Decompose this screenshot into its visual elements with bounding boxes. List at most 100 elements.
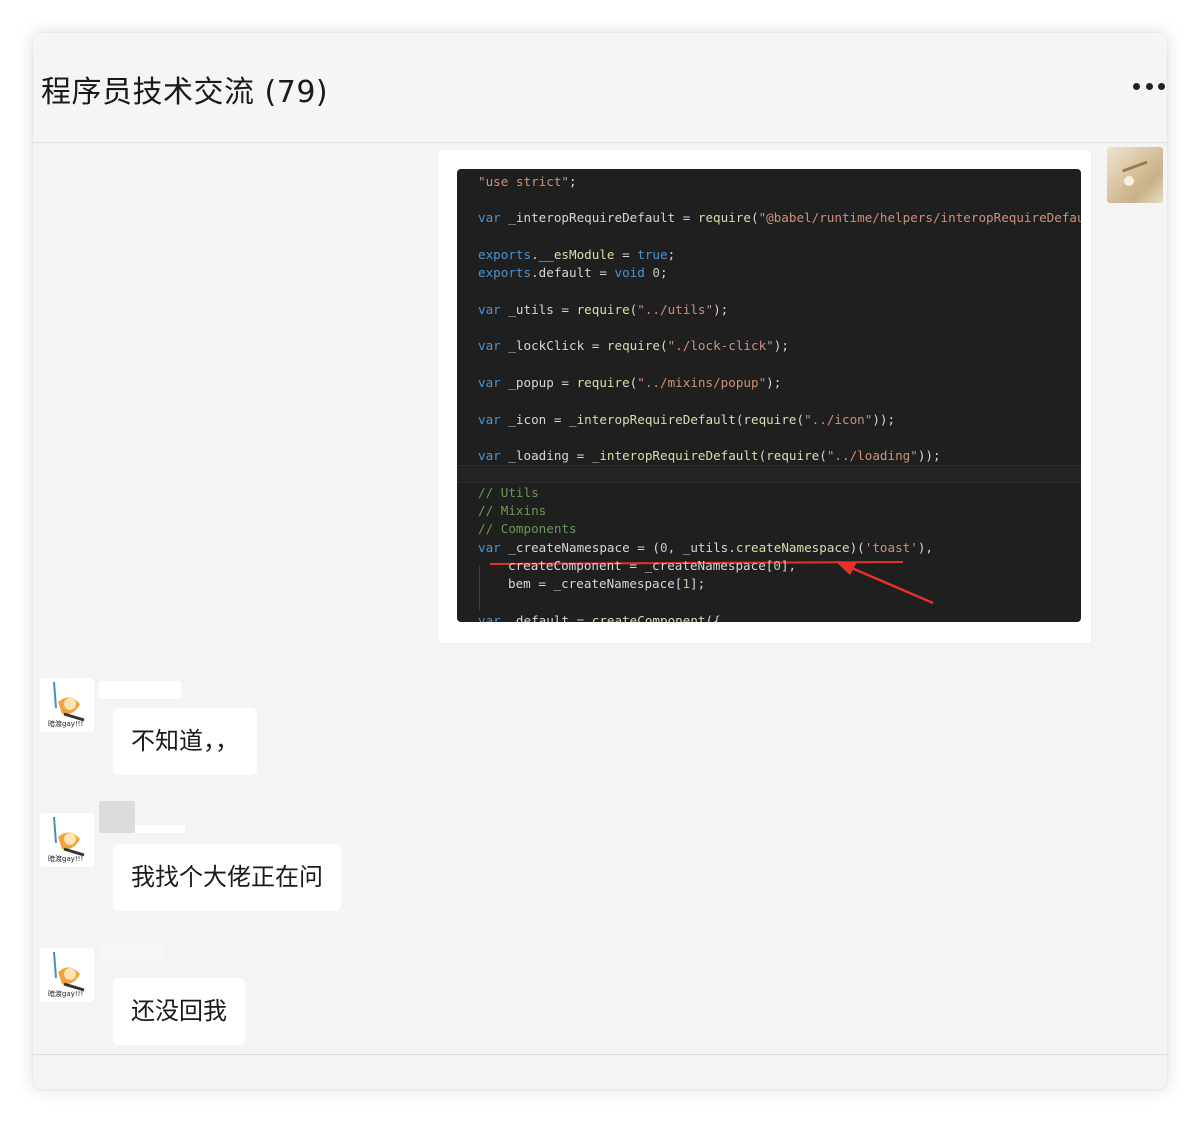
code-token: ));: [917, 448, 941, 463]
code-token: _interopRequireDefault =: [500, 210, 698, 225]
code-line: // Mixins: [478, 502, 546, 520]
code-line: var _icon = _interopRequireDefault (requi…: [478, 411, 895, 429]
code-token: createNamespace: [735, 540, 850, 555]
code-token: "../icon": [804, 412, 873, 427]
code-token: ;: [660, 265, 668, 280]
sender-avatar[interactable]: 暗渡gay!!!: [40, 813, 94, 867]
code-token: (: [750, 210, 759, 225]
code-token: createComponent: [591, 613, 706, 622]
code-token: , _utils.: [667, 540, 736, 555]
code-token: _createNamespace = (: [500, 540, 660, 555]
avatar-caption: 暗渡gay!!!: [48, 720, 84, 728]
code-line: exports.default = void 0;: [478, 264, 668, 282]
code-token: (: [819, 448, 827, 463]
code-token: var: [478, 540, 501, 555]
code-token: "@babel/runtime/helpers/interopRequireDe…: [758, 210, 1081, 225]
chat-title: 程序员技术交流 (79): [41, 75, 329, 110]
code-token: "../utils": [637, 302, 714, 317]
code-token: 'toast': [864, 540, 918, 555]
code-token: var: [478, 302, 501, 317]
code-token: "./lock-click": [667, 338, 774, 353]
sender-avatar[interactable]: 暗渡gay!!!: [40, 678, 94, 732]
code-token: // Mixins: [478, 503, 547, 518]
code-token: _interopRequireDefault: [569, 412, 736, 427]
code-token: "use strict": [478, 174, 569, 189]
code-token: var: [478, 338, 501, 353]
code-token: (: [796, 412, 805, 427]
code-line: var _interopRequireDefault = require("@b…: [478, 209, 1081, 227]
code-token: _loading =: [500, 448, 592, 463]
avatar-caption: 暗渡gay!!!: [48, 990, 84, 998]
message-bubble[interactable]: 还没回我: [113, 978, 245, 1045]
code-token: _popup =: [500, 375, 577, 390]
code-token: ),: [917, 540, 933, 555]
code-line: var _default = createComponent({: [478, 612, 721, 622]
code-token: 0: [659, 540, 668, 555]
sender-name-tail: [135, 825, 185, 833]
code-token: 1: [682, 576, 690, 591]
code-line: "use strict";: [478, 173, 577, 191]
code-token: true: [637, 247, 668, 262]
code-line: createComponent = _createNamespace[0],: [508, 557, 796, 575]
code-token: var: [478, 210, 501, 225]
code-line: var _utils = require("../utils");: [478, 301, 728, 319]
code-token: createComponent = _createNamespace[: [508, 558, 774, 573]
code-token: (: [659, 338, 668, 353]
code-token: 0: [773, 558, 781, 573]
code-token: );: [713, 302, 729, 317]
code-token: var: [478, 375, 501, 390]
code-token: var: [478, 613, 501, 622]
code-token: require: [606, 338, 660, 353]
code-token: ;: [667, 247, 676, 262]
code-line: var _popup = require("../mixins/popup");: [478, 374, 781, 392]
sender-name: [99, 943, 165, 961]
image-message[interactable]: "use strict"; var _interopRequireDefault …: [438, 150, 1091, 643]
code-token: ],: [780, 558, 797, 573]
code-token: _utils =: [500, 302, 577, 317]
code-token: );: [773, 338, 789, 353]
code-token: exports: [478, 265, 532, 280]
code-token: =: [614, 247, 638, 262]
code-screenshot: "use strict"; var _interopRequireDefault …: [457, 169, 1081, 622]
code-token: ));: [872, 412, 896, 427]
code-line: bem = _createNamespace[1];: [508, 575, 705, 593]
message-bubble[interactable]: 不知道，，: [113, 708, 257, 775]
code-token: );: [766, 375, 782, 390]
code-token: 0: [652, 265, 661, 280]
code-token: _interopRequireDefault: [591, 448, 759, 463]
code-token: // Utils: [478, 485, 539, 500]
code-token: ];: [689, 576, 706, 591]
code-token: exports: [478, 247, 532, 262]
message-bubble[interactable]: 我找个大佬正在问: [113, 844, 341, 911]
code-token: ;: [569, 174, 577, 189]
code-token: require: [576, 375, 630, 390]
code-line: exports.__esModule = true;: [478, 246, 675, 264]
code-token: __esModule: [538, 247, 615, 262]
code-token: var: [478, 448, 501, 463]
code-token: .default =: [531, 265, 615, 280]
code-token: _lockClick =: [500, 338, 607, 353]
code-token: _default =: [500, 613, 592, 622]
code-line: // Components: [478, 520, 577, 538]
code-token: require: [576, 302, 630, 317]
code-token: _icon =: [500, 412, 569, 427]
chat-window: 程序员技术交流 (79) "use strict"; var _interopRe…: [33, 33, 1167, 1089]
code-token: ({: [705, 613, 721, 622]
more-dots-icon[interactable]: [1131, 73, 1167, 99]
code-line: // Utils: [478, 484, 539, 502]
chat-header: 程序员技术交流 (79): [33, 33, 1167, 143]
code-token: .: [531, 247, 539, 262]
code-token: )(: [849, 540, 865, 555]
sender-name: [99, 801, 135, 833]
code-line: var _lockClick = require("./lock-click")…: [478, 337, 789, 355]
code-token: require: [697, 210, 751, 225]
my-avatar[interactable]: [1107, 147, 1163, 203]
avatar-caption: 暗渡gay!!!: [48, 855, 84, 863]
code-token: void: [614, 265, 645, 280]
sender-avatar[interactable]: 暗渡gay!!!: [40, 948, 94, 1002]
code-token: "../mixins/popup": [637, 375, 767, 390]
code-token: require: [743, 412, 797, 427]
code-token: // Components: [478, 521, 577, 536]
code-token: require: [766, 448, 820, 463]
code-token: bem = _createNamespace[: [508, 576, 683, 591]
